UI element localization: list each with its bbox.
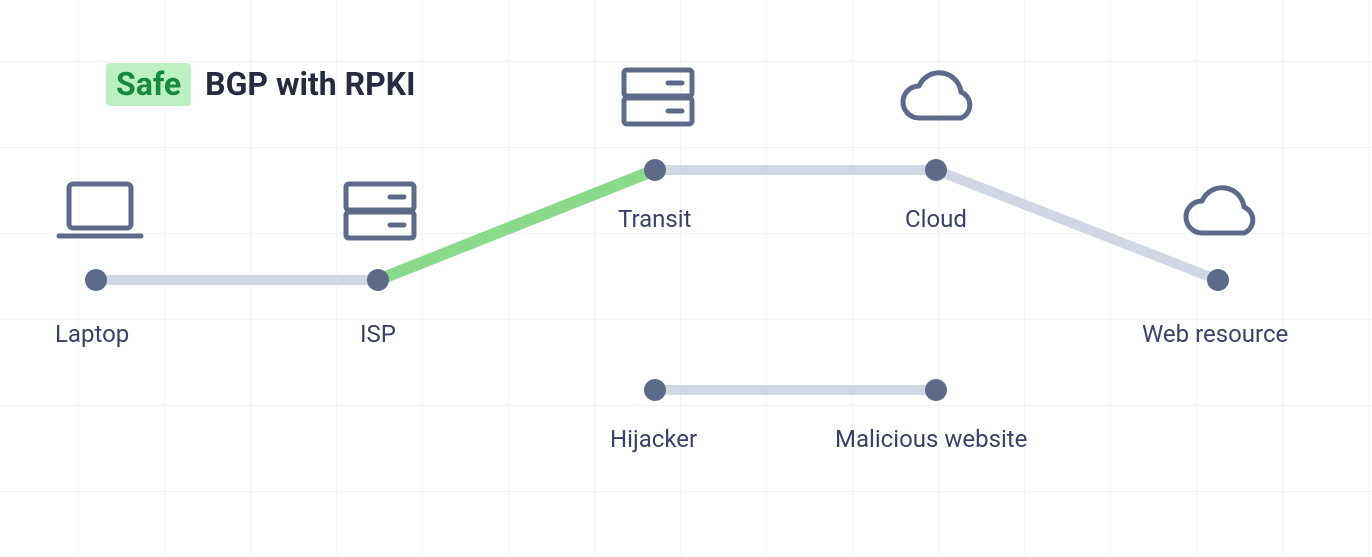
- server-icon: [618, 64, 698, 134]
- node-dot-transit: [644, 159, 666, 181]
- cloud-icon: [893, 70, 983, 130]
- node-dot-hijacker: [644, 379, 666, 401]
- node-dot-cloud: [925, 159, 947, 181]
- node-label-web: Web resource: [1142, 320, 1288, 348]
- safe-badge: Safe: [106, 63, 191, 106]
- node-label-isp: ISP: [360, 320, 396, 348]
- node-label-malicious: Malicious website: [835, 425, 1027, 453]
- node-dot-isp: [367, 269, 389, 291]
- server-icon: [340, 178, 420, 248]
- node-label-hijacker: Hijacker: [610, 425, 697, 453]
- node-dot-malicious: [925, 379, 947, 401]
- cloud-icon: [1176, 185, 1266, 245]
- node-dot-laptop: [85, 269, 107, 291]
- node-label-transit: Transit: [618, 205, 692, 233]
- laptop-icon: [55, 178, 145, 248]
- node-dot-web: [1207, 269, 1229, 291]
- title-rest: BGP with RPKI: [205, 65, 415, 103]
- node-label-laptop: Laptop: [55, 320, 129, 348]
- diagram-title: Safe BGP with RPKI: [106, 65, 415, 103]
- node-label-cloud: Cloud: [905, 205, 967, 233]
